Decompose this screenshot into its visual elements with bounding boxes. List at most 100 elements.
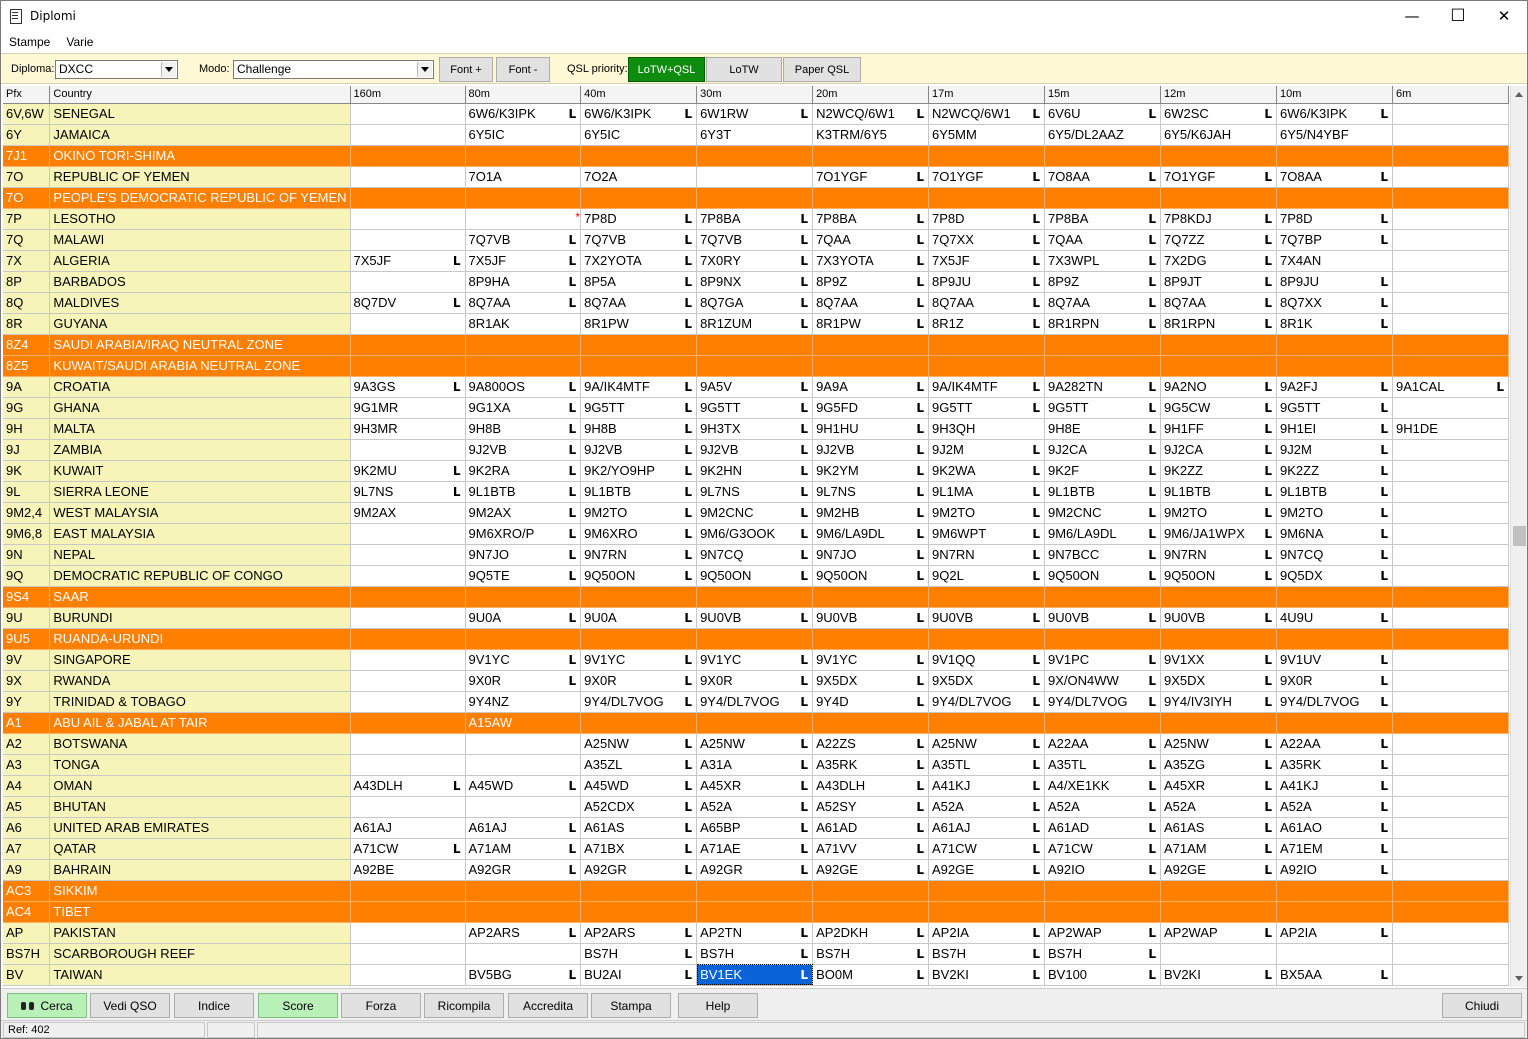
band-cell[interactable]: 7Q7XX L [928, 229, 1045, 251]
band-cell[interactable]: A92GR L [696, 859, 814, 881]
band-cell[interactable]: 7X2YOTA L [580, 250, 698, 272]
column-header-12m[interactable]: 12m [1160, 86, 1278, 104]
band-cell[interactable]: A61AJ L [465, 817, 582, 839]
prefix-cell[interactable]: AC3 [3, 880, 51, 902]
country-cell[interactable]: JAMAICA [49, 124, 351, 146]
country-cell[interactable]: DEMOCRATIC REPUBLIC OF CONGO [49, 565, 351, 587]
band-cell[interactable]: 8P9NX L [696, 271, 814, 293]
band-cell[interactable] [812, 586, 930, 608]
band-cell[interactable]: A52SY L [812, 796, 930, 818]
band-cell[interactable] [1392, 250, 1509, 272]
band-cell[interactable]: 8Q7DV L [350, 292, 466, 314]
maximize-button[interactable]: ☐ [1435, 1, 1481, 31]
band-cell[interactable] [1276, 901, 1393, 923]
band-cell[interactable] [1276, 712, 1393, 734]
table-row[interactable]: 9N NEPAL 9N7JO L 9N7RN L 9N7CQ L 9N7JO L 9N7RN L 9N7… [3, 544, 1509, 566]
band-cell[interactable]: AP2DKH L [812, 922, 930, 944]
country-cell[interactable]: KUWAIT [49, 460, 351, 482]
stampa-button[interactable]: Stampa [591, 993, 671, 1018]
band-cell[interactable]: 7P8BA L [812, 208, 930, 230]
band-cell[interactable]: 8R1Z L [928, 313, 1045, 335]
band-cell[interactable]: 8R1RPN L [1044, 313, 1161, 335]
band-cell[interactable]: 9A800OS L [465, 376, 582, 398]
band-cell[interactable]: A61AS L [1160, 817, 1278, 839]
band-cell[interactable]: 8P5A L [580, 271, 698, 293]
band-cell[interactable] [1392, 502, 1509, 524]
table-row[interactable]: 8Z5 KUWAIT/SAUDI ARABIA NEUTRAL ZONE [3, 355, 1509, 377]
band-cell[interactable]: 9V1XX L [1160, 649, 1278, 671]
band-cell[interactable]: 7O8AA L [1044, 166, 1161, 188]
band-cell[interactable] [580, 355, 698, 377]
table-row[interactable]: 7X ALGERIA 7X5JF L 7X5JF L 7X2YOTA L 7X0RY L 7X3YO… [3, 250, 1509, 272]
close-window-button[interactable]: ✕ [1481, 1, 1527, 31]
band-cell[interactable]: 9U0VB L [696, 607, 814, 629]
band-cell[interactable] [696, 628, 814, 650]
band-cell[interactable] [928, 628, 1045, 650]
band-cell[interactable] [350, 691, 466, 713]
band-cell[interactable] [350, 103, 466, 125]
country-cell[interactable]: TRINIDAD & TOBAGO [49, 691, 351, 713]
band-cell[interactable]: 9N7BCC L [1044, 544, 1161, 566]
band-cell[interactable]: 9N7CQ L [696, 544, 814, 566]
band-cell[interactable]: 9L1BTB L [1160, 481, 1278, 503]
band-cell[interactable]: 7O1A [465, 166, 582, 188]
band-cell[interactable]: 9K2RA L [465, 460, 582, 482]
band-cell[interactable] [1392, 880, 1509, 902]
band-cell[interactable] [1392, 229, 1509, 251]
band-cell[interactable] [696, 880, 814, 902]
band-cell[interactable]: 9M2HB L [812, 502, 930, 524]
band-cell[interactable] [465, 943, 582, 965]
prefix-cell[interactable]: A9 [3, 859, 51, 881]
qsl-lotw-qsl-button[interactable]: LoTW+QSL [628, 57, 705, 82]
band-cell[interactable]: 9K2ZZ L [1276, 460, 1393, 482]
cerca-button[interactable]: Cerca [7, 993, 87, 1018]
country-cell[interactable]: LESOTHO [49, 208, 351, 230]
band-cell[interactable] [1160, 943, 1278, 965]
band-cell[interactable]: A43DLH L [350, 775, 466, 797]
table-row[interactable]: A3 TONGA A35ZL L A31A L A35RK L A35TL L A35TL L A35Z… [3, 754, 1509, 776]
ricompila-button[interactable]: Ricompila [424, 993, 504, 1018]
prefix-cell[interactable]: 7J1 [3, 145, 51, 167]
band-cell[interactable]: 8R1ZUM L [696, 313, 814, 335]
band-cell[interactable]: A92BE [350, 859, 466, 881]
band-cell[interactable] [1392, 754, 1509, 776]
band-cell[interactable]: A52A L [928, 796, 1045, 818]
table-row[interactable]: 9G GHANA 9G1MR 9G1XA L 9G5TT L 9G5TT L 9G5FD L 9G5T… [3, 397, 1509, 419]
band-cell[interactable]: 6W6/K3IPK L [580, 103, 698, 125]
band-cell[interactable]: 9Q2L L [928, 565, 1045, 587]
band-cell[interactable]: 9Q50ON L [580, 565, 698, 587]
band-cell[interactable]: A25NW L [696, 733, 814, 755]
band-cell[interactable]: A92GE L [1160, 859, 1278, 881]
band-cell[interactable] [580, 712, 698, 734]
band-cell[interactable] [1160, 187, 1278, 209]
band-cell[interactable]: 9U0A L [580, 607, 698, 629]
band-cell[interactable]: 9N7RN L [580, 544, 698, 566]
band-cell[interactable]: A35TL L [928, 754, 1045, 776]
qsl-paper-button[interactable]: Paper QSL [783, 57, 861, 82]
band-cell[interactable]: 8Q7AA L [1044, 292, 1161, 314]
band-cell[interactable]: 8R1PW L [812, 313, 930, 335]
band-cell[interactable]: 7X5JF L [928, 250, 1045, 272]
column-header-30m[interactable]: 30m [696, 86, 814, 104]
band-cell[interactable]: 9V1YC L [696, 649, 814, 671]
table-row[interactable]: AC4 TIBET [3, 901, 1509, 923]
band-cell[interactable]: 9K2MU L [350, 460, 466, 482]
band-cell[interactable] [465, 334, 582, 356]
band-cell[interactable]: 9H1HU L [812, 418, 930, 440]
band-cell[interactable] [1392, 964, 1509, 986]
column-header-pfx[interactable]: Pfx [3, 86, 51, 104]
band-cell[interactable] [465, 187, 582, 209]
band-cell[interactable] [1276, 880, 1393, 902]
band-cell[interactable]: 9Y4/DL7VOG L [696, 691, 814, 713]
band-cell[interactable]: 9M6NA L [1276, 523, 1393, 545]
band-cell[interactable] [1392, 922, 1509, 944]
band-cell[interactable] [1392, 145, 1509, 167]
band-cell[interactable] [1392, 103, 1509, 125]
qsl-lotw-button[interactable]: LoTW [706, 57, 782, 82]
prefix-cell[interactable]: A1 [3, 712, 51, 734]
band-cell[interactable] [350, 649, 466, 671]
font-minus-button[interactable]: Font - [496, 57, 550, 82]
band-cell[interactable] [1276, 145, 1393, 167]
indice-button[interactable]: Indice [174, 993, 254, 1018]
prefix-cell[interactable]: A4 [3, 775, 51, 797]
